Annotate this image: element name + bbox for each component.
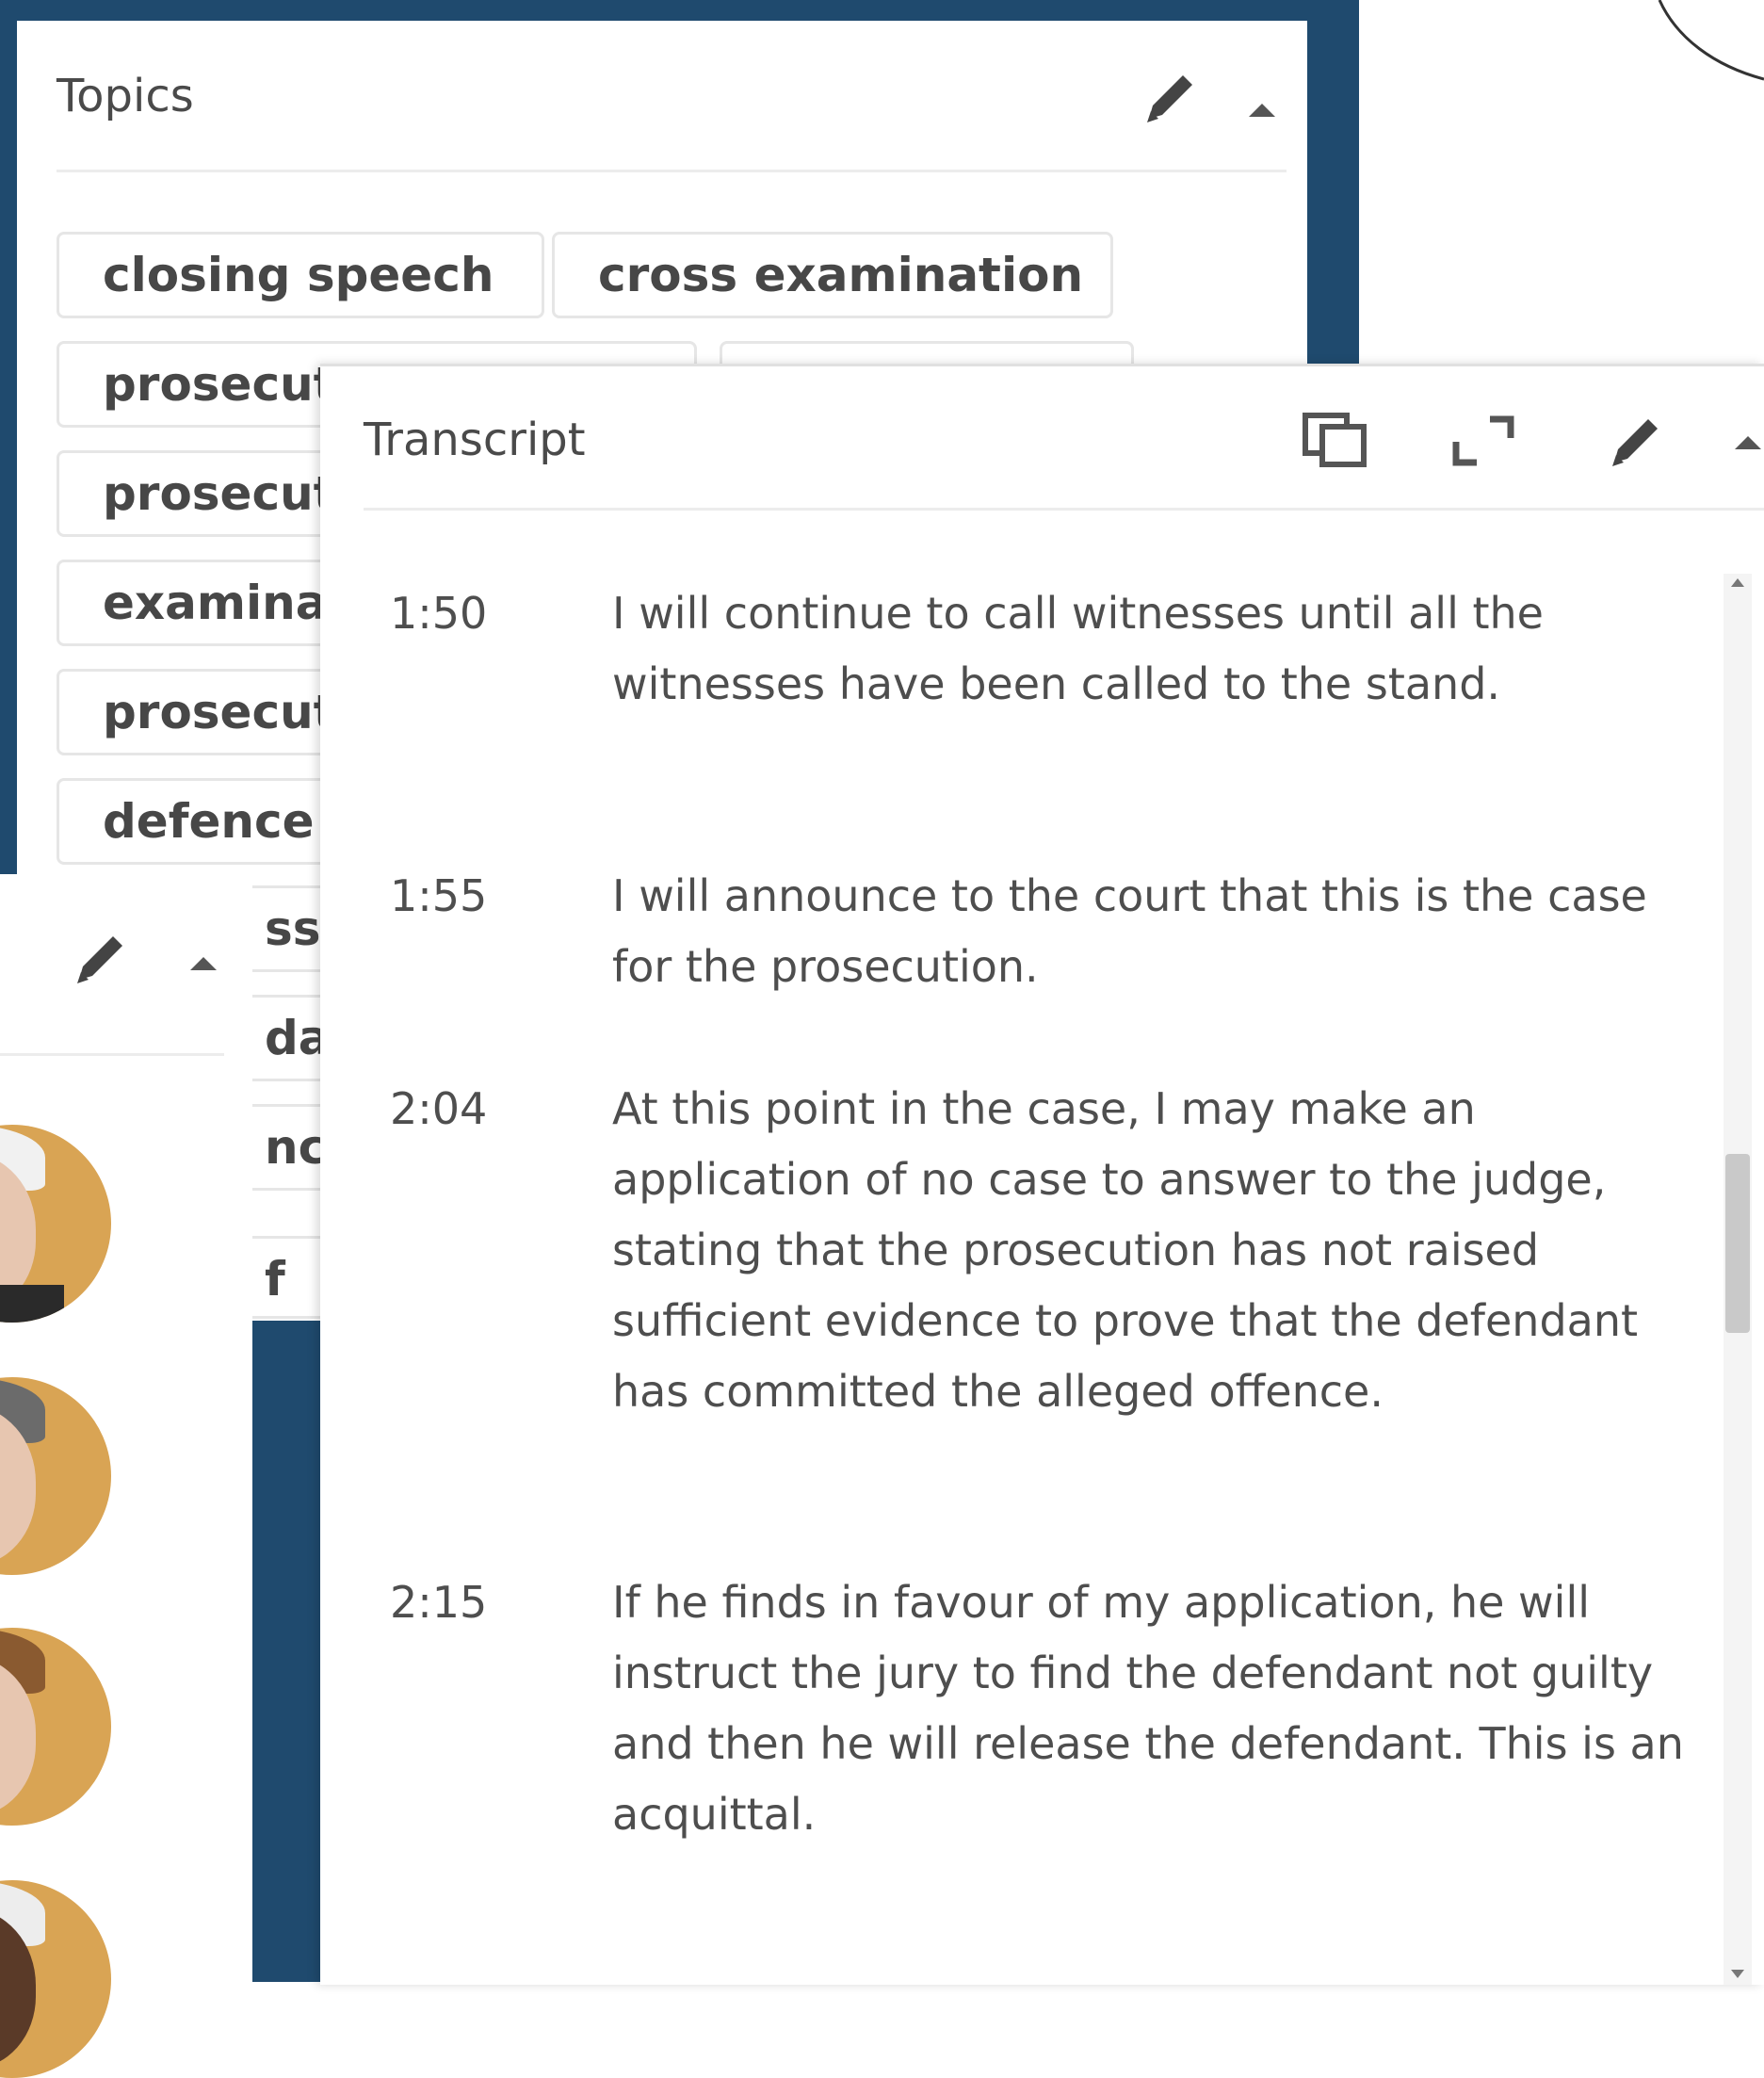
collapse-icon[interactable] — [1731, 432, 1764, 453]
transcript-segment[interactable]: 2:04 At this point in the case, I may ma… — [364, 1074, 1691, 1417]
scroll-down-icon[interactable] — [1729, 1968, 1746, 1981]
pencil-icon[interactable] — [68, 927, 132, 991]
segment-time[interactable]: 2:04 — [390, 1074, 541, 1145]
transcript-segment[interactable]: 1:50 I will continue to call witnesses u… — [364, 578, 1691, 709]
topic-chip[interactable]: closing speech — [57, 232, 544, 318]
speakers-panel — [0, 874, 252, 2078]
topics-title: Topics — [57, 70, 194, 122]
segment-text: At this point in the case, I may make an… — [612, 1083, 1639, 1417]
transcript-segment[interactable]: 1:55 I will announce to the court that t… — [364, 861, 1691, 992]
topic-chip[interactable]: cross examination — [552, 232, 1113, 318]
avatar[interactable] — [0, 1880, 111, 2078]
topics-divider — [57, 170, 1287, 172]
copy-icon[interactable] — [1302, 412, 1373, 468]
avatar[interactable] — [0, 1628, 111, 1826]
segment-time[interactable]: 2:15 — [390, 1567, 541, 1638]
collapse-icon[interactable] — [186, 953, 220, 974]
segment-text: I will announce to the court that this i… — [612, 870, 1647, 992]
avatar[interactable] — [0, 1125, 111, 1323]
scroll-up-icon[interactable] — [1729, 576, 1746, 589]
speakers-divider — [0, 1053, 224, 1056]
pencil-icon[interactable] — [1138, 66, 1202, 130]
avatar[interactable] — [0, 1377, 111, 1575]
pencil-icon[interactable] — [1603, 410, 1667, 474]
transcript-title: Transcript — [364, 414, 586, 466]
segment-text: I will continue to call witnesses until … — [612, 588, 1544, 709]
segment-time[interactable]: 1:50 — [390, 578, 541, 649]
decorative-curve — [1658, 0, 1764, 81]
transcript-segment[interactable]: 2:15 If he finds in favour of my applica… — [364, 1567, 1691, 1840]
segment-time[interactable]: 1:55 — [390, 861, 541, 932]
expand-icon[interactable] — [1450, 414, 1516, 466]
segment-text: If he finds in favour of my application,… — [612, 1577, 1684, 1840]
transcript-divider — [364, 508, 1764, 511]
collapse-icon[interactable] — [1245, 100, 1279, 121]
scrollbar-thumb[interactable] — [1725, 1154, 1750, 1333]
